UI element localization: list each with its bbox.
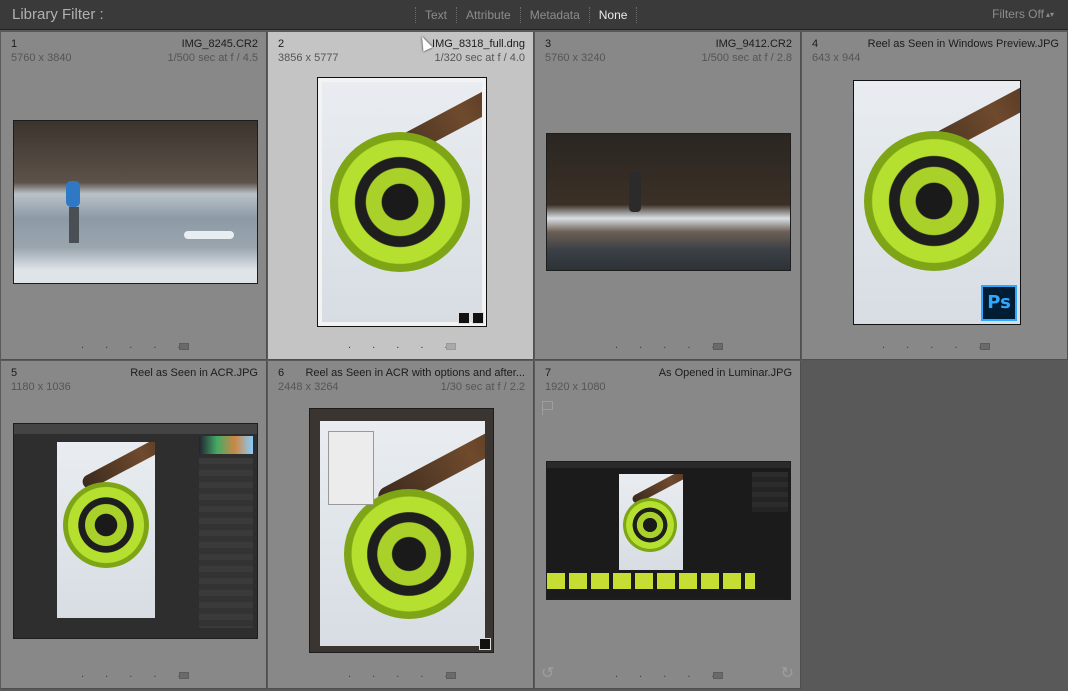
cell-exposure: 1/320 sec at f / 4.0 [434, 52, 525, 64]
library-filter-bar: Library Filter : Text Attribute Metadata… [0, 0, 1068, 30]
cell-filename: As Opened in Luminar.JPG [658, 367, 792, 379]
cell-filename: Reel as Seen in ACR.JPG [130, 367, 258, 379]
cell-dimensions: 1180 x 1036 [11, 381, 71, 393]
thumbnail-badges [479, 638, 491, 650]
cell-index: 2 [278, 38, 285, 50]
comment-badge-icon[interactable] [479, 638, 491, 650]
luminar-panel [752, 472, 788, 512]
cell-dimensions: 3856 x 5777 [278, 52, 339, 64]
filter-mode-text[interactable]: Text [415, 7, 456, 23]
luminar-topbar [547, 462, 790, 468]
filters-off-dropdown[interactable]: Filters Off ▴▾ [992, 7, 1054, 21]
acr-toolbar [14, 424, 257, 434]
thumbnail-grid: 1 IMG_8245.CR2 5760 x 3840 1/500 sec at … [0, 31, 1068, 691]
star-rating[interactable]: . . . . . [348, 339, 457, 351]
star-rating[interactable]: . . . . . [81, 339, 190, 351]
color-label[interactable] [179, 343, 189, 350]
cell-index: 6 [278, 367, 285, 379]
reel-photo-area [322, 82, 482, 322]
filter-mode-none[interactable]: None [588, 7, 638, 23]
fly-reel [864, 131, 1004, 271]
thumbnail-badges [458, 312, 484, 324]
star-rating[interactable]: . . . . . [615, 668, 724, 680]
luminar-preview [619, 474, 683, 570]
cell-dimensions: 5760 x 3240 [545, 52, 606, 64]
fly-reel [330, 132, 470, 272]
grid-cell-7[interactable]: 7 As Opened in Luminar.JPG 1920 x 1080 ↺… [535, 361, 801, 689]
cell-filename: Reel as Seen in Windows Preview.JPG [867, 38, 1059, 50]
color-label[interactable] [179, 672, 189, 679]
acr-panel [199, 458, 253, 628]
grid-cell-3[interactable]: 3 IMG_9412.CR2 5760 x 3240 1/500 sec at … [535, 32, 801, 360]
cell-filename: IMG_8318_full.dng [432, 38, 525, 50]
color-label[interactable] [713, 343, 723, 350]
cell-dimensions: 2448 x 3264 [278, 381, 339, 393]
crop-badge-icon[interactable] [458, 312, 470, 324]
options-menu [328, 431, 374, 505]
library-filter-title: Library Filter : [12, 6, 104, 23]
filter-mode-metadata[interactable]: Metadata [519, 7, 589, 23]
angler-figure [66, 181, 80, 207]
pick-flag-icon[interactable] [542, 401, 554, 415]
star-rating[interactable]: . . . . . [882, 339, 991, 351]
filter-modes: Text Attribute Metadata None [415, 7, 638, 23]
star-rating[interactable]: . . . . . [81, 668, 190, 680]
acr-histogram [199, 436, 253, 454]
angler-legs [69, 207, 79, 243]
photo-thumbnail-angler[interactable] [13, 120, 258, 284]
cell-index: 4 [812, 38, 819, 50]
cell-dimensions: 1920 x 1080 [545, 381, 606, 393]
cell-index: 1 [11, 38, 18, 50]
cell-exposure: 1/500 sec at f / 4.5 [167, 52, 258, 64]
cell-filename: IMG_8245.CR2 [181, 38, 258, 50]
cell-index: 5 [11, 367, 18, 379]
color-label[interactable] [713, 672, 723, 679]
cell-exposure: 1/30 sec at f / 2.2 [440, 381, 525, 393]
star-rating[interactable]: . . . . . [615, 339, 724, 351]
photo-thumbnail-reel[interactable] [317, 77, 487, 327]
filter-mode-attribute[interactable]: Attribute [456, 7, 520, 23]
grid-cell-1[interactable]: 1 IMG_8245.CR2 5760 x 3840 1/500 sec at … [1, 32, 267, 360]
acr-preview [57, 442, 155, 618]
fly-reel [623, 498, 677, 552]
photo-thumbnail-river-angler[interactable] [546, 133, 791, 271]
fly-reel [344, 489, 474, 619]
photo-thumbnail-acr-screenshot[interactable] [13, 423, 258, 639]
updown-caret-icon: ▴▾ [1045, 10, 1054, 19]
grid-cell-4[interactable]: 4 Reel as Seen in Windows Preview.JPG 64… [802, 32, 1068, 360]
cell-exposure: 1/500 sec at f / 2.8 [701, 52, 792, 64]
empty-grid-area [802, 361, 1068, 691]
cell-index: 7 [545, 367, 552, 379]
grid-cell-5[interactable]: 5 Reel as Seen in ACR.JPG 1180 x 1036 . … [1, 361, 267, 689]
cell-dimensions: 5760 x 3840 [11, 52, 72, 64]
photo-thumbnail-reel-preview[interactable]: Ps [853, 80, 1021, 325]
mouse-pointer-icon [417, 34, 433, 52]
cell-filename: Reel as Seen in ACR with options and aft… [305, 367, 525, 379]
color-label[interactable] [446, 343, 456, 350]
photoshop-badge-icon: Ps [981, 285, 1017, 321]
snow-rock [184, 231, 234, 239]
grid-cell-2[interactable]: 2 IMG_8318_full.dng 3856 x 5777 1/320 se… [268, 32, 534, 360]
fly-reel [63, 482, 149, 568]
develop-adjust-badge-icon[interactable] [472, 312, 484, 324]
angler-figure [629, 172, 641, 212]
cell-filename: IMG_9412.CR2 [715, 38, 792, 50]
photo-thumbnail-luminar[interactable] [546, 461, 791, 600]
cell-dimensions: 643 x 944 [812, 52, 861, 64]
filters-off-label: Filters Off [992, 7, 1044, 21]
cell-index: 3 [545, 38, 552, 50]
rotate-right-icon[interactable]: ↻ [781, 663, 794, 683]
grid-cell-6[interactable]: 6 Reel as Seen in ACR with options and a… [268, 361, 534, 689]
star-rating[interactable]: . . . . . [348, 668, 457, 680]
rotate-left-icon[interactable]: ↺ [541, 663, 554, 683]
luminar-filmstrip [547, 573, 755, 589]
photo-thumbnail-acr-options[interactable] [309, 408, 494, 653]
color-label[interactable] [980, 343, 990, 350]
color-label[interactable] [446, 672, 456, 679]
